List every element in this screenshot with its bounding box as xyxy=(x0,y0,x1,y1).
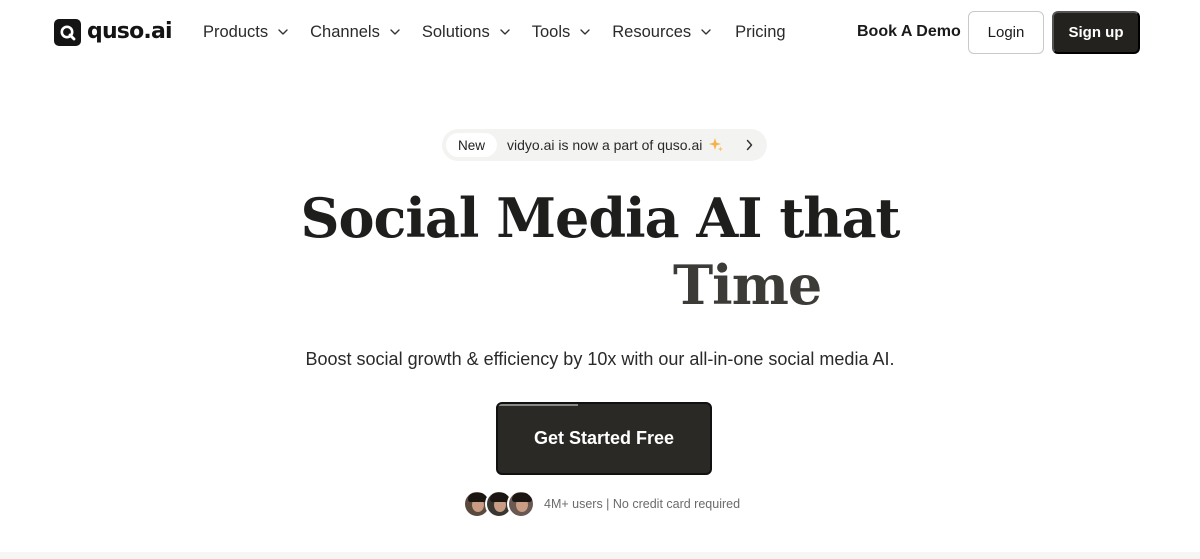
button-highlight xyxy=(498,404,578,406)
nav-channels-label: Channels xyxy=(310,22,380,41)
book-demo-link[interactable]: Book A Demo xyxy=(857,21,961,43)
page: quso.ai Products Channels Solutions Tool… xyxy=(0,0,1200,559)
nav-products[interactable]: Products xyxy=(203,20,288,44)
chevron-down-icon xyxy=(580,29,590,35)
announcement-pill[interactable]: New vidyo.ai is now a part of quso.ai xyxy=(442,129,767,161)
section-divider xyxy=(0,552,1200,559)
get-started-label: Get Started Free xyxy=(533,428,675,448)
announcement-text-wrap: vidyo.ai is now a part of quso.ai xyxy=(507,137,724,153)
chevron-down-icon xyxy=(500,29,510,35)
nav-tools[interactable]: Tools xyxy=(532,20,591,44)
hero-subtitle: Boost social growth & efficiency by 10x … xyxy=(305,349,895,369)
user-avatars xyxy=(463,490,535,518)
quso-logo-icon xyxy=(54,18,81,46)
hero-rotating-word: Time xyxy=(673,253,822,317)
signup-button[interactable]: Sign up xyxy=(1052,11,1140,54)
brand-logo[interactable]: quso.ai xyxy=(54,18,173,46)
nav-resources[interactable]: Resources xyxy=(612,20,711,44)
new-badge: New xyxy=(446,133,498,157)
social-proof: 4M+ users | No credit card required xyxy=(463,490,740,518)
nav-products-label: Products xyxy=(203,22,269,41)
announcement-text: vidyo.ai is now a part of quso.ai xyxy=(507,137,703,153)
avatar-hair xyxy=(512,493,532,502)
get-started-button[interactable]: Get Started Free xyxy=(496,402,712,475)
hero-title: Social Media AI that xyxy=(300,186,901,250)
nav-resources-label: Resources xyxy=(612,22,692,41)
nav-pricing[interactable]: Pricing xyxy=(735,20,785,44)
nav-channels[interactable]: Channels xyxy=(310,20,400,44)
avatar xyxy=(507,490,535,518)
main-nav: Products Channels Solutions Tools Resour… xyxy=(203,20,786,44)
nav-solutions-label: Solutions xyxy=(421,22,490,41)
brand-name: quso.ai xyxy=(87,19,173,44)
nav-tools-label: Tools xyxy=(531,22,571,41)
chevron-down-icon xyxy=(390,29,400,35)
chevron-down-icon xyxy=(701,29,711,35)
nav-solutions[interactable]: Solutions xyxy=(422,20,510,44)
chevron-down-icon xyxy=(278,29,288,35)
site-header: quso.ai Products Channels Solutions Tool… xyxy=(0,0,1200,64)
social-proof-text: 4M+ users | No credit card required xyxy=(544,497,741,511)
login-button[interactable]: Login xyxy=(968,11,1044,54)
nav-pricing-label: Pricing xyxy=(735,22,786,41)
sparkle-icon xyxy=(709,138,724,152)
chevron-right-icon xyxy=(746,139,753,151)
